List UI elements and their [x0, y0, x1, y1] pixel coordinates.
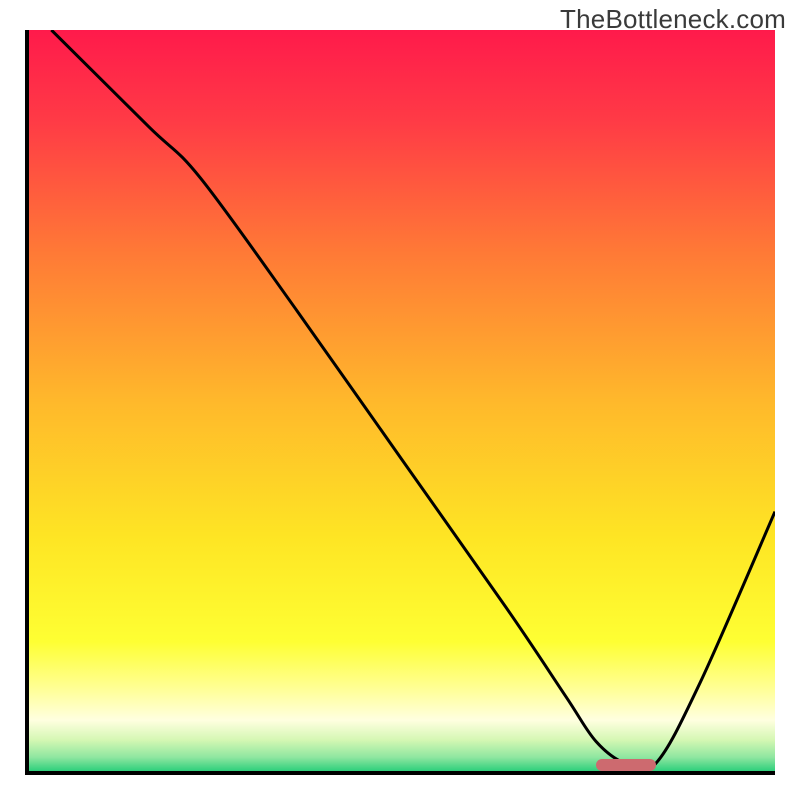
bottleneck-curve	[29, 30, 775, 771]
plot-area	[25, 30, 775, 775]
chart-canvas: TheBottleneck.com	[0, 0, 800, 800]
optimal-range-marker	[596, 759, 656, 771]
